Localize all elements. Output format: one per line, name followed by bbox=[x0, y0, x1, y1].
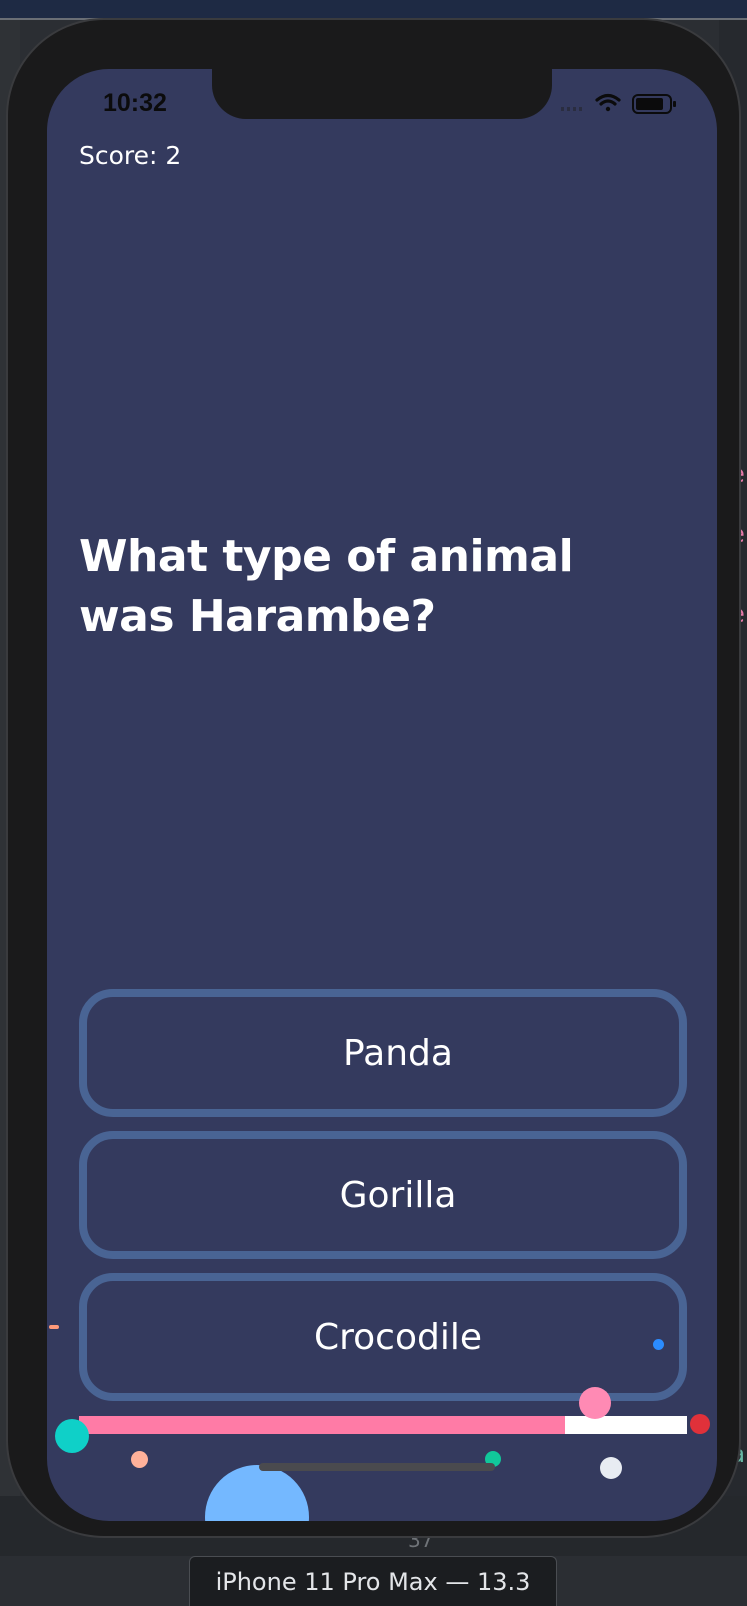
confetti-dot bbox=[653, 1339, 664, 1350]
confetti-dot bbox=[131, 1451, 148, 1468]
cellular-signal-icon bbox=[561, 107, 582, 111]
confetti-dot bbox=[600, 1457, 622, 1479]
wifi-icon bbox=[595, 93, 621, 112]
confetti-piece bbox=[49, 1325, 59, 1329]
app-screen: 10:32 Score: 2 What type of animal was H… bbox=[47, 69, 717, 1521]
xcode-window: ): :e :e :e ca 37 10:32 bbox=[0, 0, 747, 1606]
iphone-frame: 10:32 Score: 2 What type of animal was H… bbox=[8, 20, 739, 1536]
device-notch bbox=[212, 69, 552, 119]
answer-label: Crocodile bbox=[314, 1316, 482, 1358]
confetti-dot bbox=[55, 1419, 89, 1453]
home-indicator[interactable] bbox=[259, 1463, 495, 1471]
battery-icon bbox=[632, 94, 676, 114]
answer-button-crocodile[interactable]: Crocodile bbox=[79, 1273, 687, 1401]
confetti-dot bbox=[690, 1414, 710, 1434]
answer-label: Panda bbox=[343, 1032, 453, 1074]
simulator-device-label: iPhone 11 Pro Max — 13.3 bbox=[189, 1556, 557, 1606]
answer-button-panda[interactable]: Panda bbox=[79, 989, 687, 1117]
answer-button-gorilla[interactable]: Gorilla bbox=[79, 1131, 687, 1259]
question-text: What type of animal was Harambe? bbox=[79, 531, 574, 642]
answer-label: Gorilla bbox=[339, 1174, 457, 1216]
status-time: 10:32 bbox=[103, 89, 167, 117]
confetti-dot bbox=[205, 1465, 309, 1521]
timer-progress-fill bbox=[79, 1416, 566, 1434]
editor-title-bar bbox=[0, 0, 747, 18]
confetti-dot bbox=[579, 1387, 611, 1419]
score-label: Score: 2 bbox=[79, 141, 182, 170]
status-icons bbox=[561, 93, 676, 114]
